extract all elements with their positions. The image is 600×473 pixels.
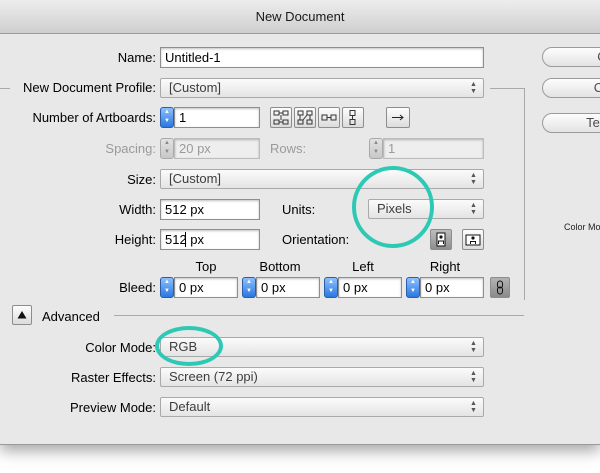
profile-group-border-left [0, 88, 10, 89]
width-input[interactable]: 512 px [160, 199, 260, 220]
updown-arrows-icon: ▲ ▼ [470, 172, 477, 186]
profile-label: New Document Profile: [23, 80, 156, 95]
arrange-by-column-button[interactable] [342, 107, 364, 128]
preview-mode-select-value: Default [169, 399, 211, 414]
cancel-button[interactable]: Ca [542, 78, 600, 98]
spacing-stepper[interactable]: ▲ ▼ [160, 138, 174, 159]
name-label: Name: [117, 50, 156, 65]
bleed-left-input[interactable]: 0 px [338, 277, 402, 298]
advanced-label: Advanced [42, 309, 100, 324]
artboards-input[interactable]: 1 [174, 107, 260, 128]
text-caret [185, 232, 186, 247]
arrange-by-row-button[interactable] [318, 107, 340, 128]
layout-direction-button[interactable] [386, 107, 410, 128]
templates-button[interactable]: Temp [542, 113, 600, 133]
triangle-up-icon [17, 311, 27, 319]
arrange-by-column-icon [349, 110, 356, 125]
raster-effects-label: Raster Effects: [70, 370, 156, 385]
artboards-stepper[interactable]: ▲ ▼ [160, 107, 174, 128]
color-mode-info: Color Mo [564, 222, 600, 232]
grid-by-row-button[interactable] [270, 107, 292, 128]
new-document-dialog: New Document Name: Untitled-1 New Docume… [0, 0, 600, 445]
bleed-bottom-stepper[interactable]: ▲ ▼ [242, 277, 256, 298]
landscape-button[interactable] [462, 229, 484, 250]
link-icon [497, 280, 503, 295]
ok-button[interactable]: C [542, 47, 600, 67]
updown-arrows-icon: ▲ ▼ [470, 370, 477, 384]
color-mode-label: Color Mode: [85, 340, 156, 355]
updown-arrows-icon: ▲ ▼ [470, 340, 477, 354]
profile-select-value: [Custom] [169, 80, 222, 95]
bleed-right-stepper[interactable]: ▲ ▼ [406, 277, 420, 298]
profile-select[interactable]: [Custom] ▲ ▼ [160, 78, 484, 98]
profile-group-border-side [524, 88, 525, 300]
preview-mode-label: Preview Mode: [70, 400, 156, 415]
size-select[interactable]: [Custom] ▲ ▼ [160, 169, 484, 189]
landscape-orientation-icon [465, 234, 481, 246]
size-select-value: [Custom] [169, 171, 222, 186]
bleed-right-header: Right [429, 259, 461, 274]
bleed-bottom-header: Bottom [259, 259, 301, 274]
advanced-divider [114, 315, 524, 316]
raster-effects-select[interactable]: Screen (72 ppi) ▲ ▼ [160, 367, 484, 387]
bleed-top-header: Top [195, 259, 217, 274]
updown-arrows-icon: ▲ ▼ [470, 400, 477, 414]
bleed-left-stepper[interactable]: ▲ ▼ [324, 277, 338, 298]
spacing-label: Spacing: [105, 141, 156, 156]
bleed-label: Bleed: [119, 280, 156, 295]
rows-label: Rows: [270, 141, 307, 156]
units-highlight-circle [352, 166, 434, 248]
artboards-label: Number of Artboards: [32, 110, 156, 125]
name-input[interactable]: Untitled-1 [160, 47, 484, 68]
rows-stepper[interactable]: ▲ ▼ [369, 138, 383, 159]
updown-arrows-icon: ▲ ▼ [470, 202, 477, 216]
grid-by-row-icon [273, 110, 289, 125]
raster-effects-select-value: Screen (72 ppi) [169, 369, 258, 384]
width-label: Width: [119, 202, 156, 217]
updown-arrows-icon: ▲ ▼ [470, 81, 477, 95]
window-title: New Document [0, 0, 600, 34]
bleed-top-input[interactable]: 0 px [174, 277, 238, 298]
units-label: Units: [282, 202, 316, 217]
link-bleed-button[interactable] [490, 277, 510, 298]
size-label: Size: [127, 172, 156, 187]
height-label: Height: [114, 232, 156, 247]
preview-mode-select[interactable]: Default ▲ ▼ [160, 397, 484, 417]
color-mode-highlight-circle [155, 326, 223, 366]
portrait-button[interactable] [430, 229, 452, 250]
grid-by-column-icon [297, 110, 313, 125]
advanced-toggle-button[interactable] [12, 305, 32, 325]
rows-input[interactable]: 1 [383, 138, 484, 159]
profile-group-border-right [490, 88, 524, 89]
grid-by-column-button[interactable] [294, 107, 316, 128]
height-input[interactable]: 512 px [160, 229, 260, 250]
portrait-orientation-icon [436, 232, 446, 247]
bleed-top-stepper[interactable]: ▲ ▼ [160, 277, 174, 298]
bleed-right-input[interactable]: 0 px [420, 277, 484, 298]
spacing-input[interactable]: 20 px [174, 138, 260, 159]
arrange-by-row-icon [321, 114, 337, 121]
right-arrow-icon [392, 114, 404, 121]
bleed-bottom-input[interactable]: 0 px [256, 277, 320, 298]
bleed-left-header: Left [352, 259, 374, 274]
